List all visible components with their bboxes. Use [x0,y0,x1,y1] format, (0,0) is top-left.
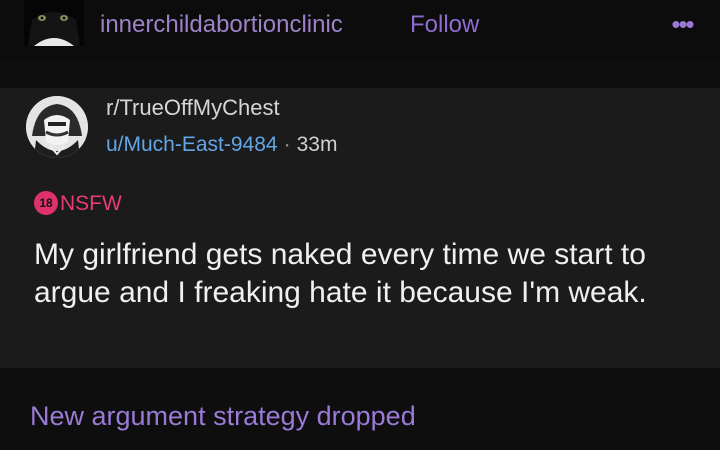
meta-separator: · [283,133,291,156]
reddit-post-card: r/TrueOffMyChest u/Much-East-9484 · 33m 18… [0,88,720,368]
nsfw-tag: 18 NSFW [34,190,122,218]
subreddit-name[interactable]: r/TrueOffMyChest [106,94,280,122]
post-time: 33m [296,133,338,156]
blog-avatar[interactable] [24,0,84,46]
subreddit-avatar [26,96,88,158]
ellipsis-icon[interactable]: ••• [664,11,700,37]
post-meta: u/Much-East-9484 · 33m [106,131,337,159]
cat-avatar-image [24,0,84,46]
subreddit-avatar-image [26,96,88,158]
post-caption: New argument strategy dropped [30,401,416,431]
post-header: innerchildabortionclinic Follow ••• [0,0,720,60]
nsfw-label: NSFW [60,192,122,215]
post-author[interactable]: u/Much-East-9484 [106,133,278,156]
blog-name-link[interactable]: innerchildabortionclinic [100,10,343,40]
nsfw-18-icon: 18 [34,191,58,215]
post-title: My girlfriend gets naked every time we s… [34,238,647,309]
follow-button[interactable]: Follow [410,10,479,40]
